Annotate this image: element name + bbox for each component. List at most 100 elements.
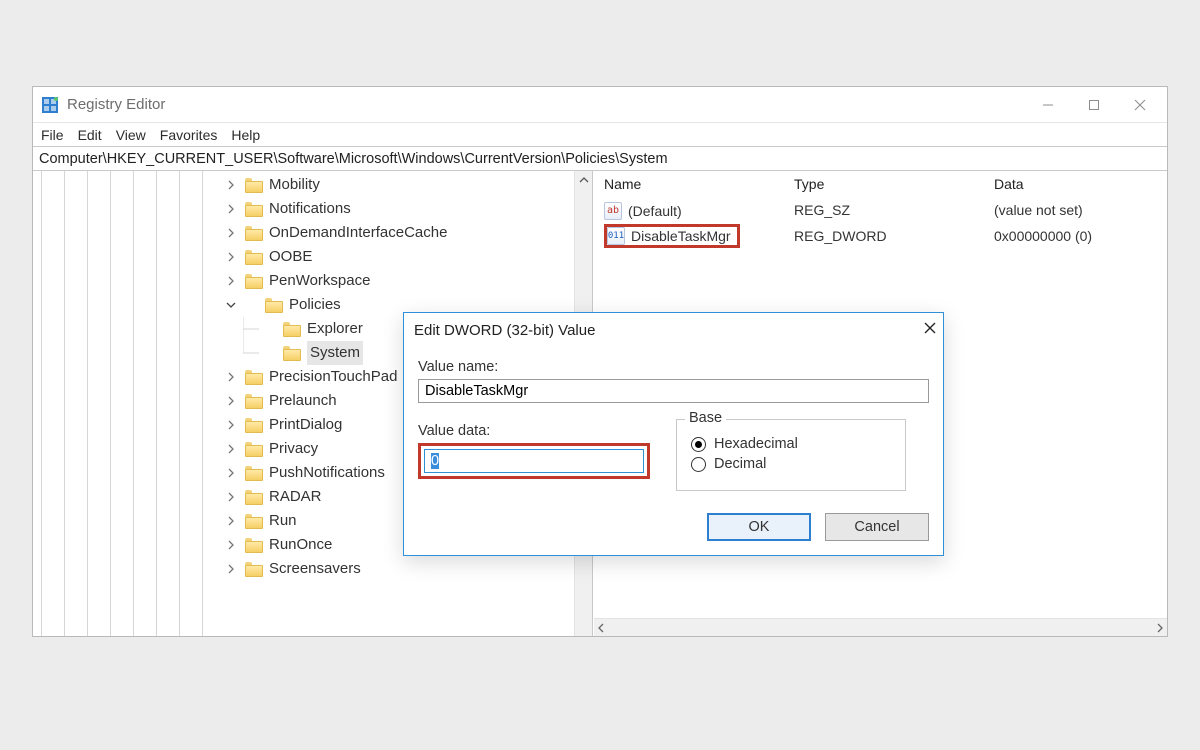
titlebar: Registry Editor [33,87,1167,123]
chevron-right-icon[interactable] [223,389,239,413]
maximize-button[interactable] [1071,90,1117,120]
value-row[interactable]: ab(Default) REG_SZ(value not set) [594,197,1167,223]
tree-item-ondemandinterfacecache[interactable]: OnDemandInterfaceCache [33,221,574,245]
scroll-left-icon[interactable] [596,620,606,636]
chevron-right-icon[interactable] [223,509,239,533]
folder-icon [245,202,263,217]
tree-item-label: Screensavers [269,557,361,581]
tree-item-label: PenWorkspace [269,269,370,293]
menu-edit[interactable]: Edit [78,127,102,143]
reg-dword-icon: 011 [607,227,625,245]
chevron-right-icon[interactable] [223,197,239,221]
minimize-button[interactable] [1025,90,1071,120]
value-type: REG_DWORD [794,228,994,244]
tree-item-label: System [307,341,363,365]
chevron-right-icon[interactable] [223,269,239,293]
value-data: (value not set) [994,202,1167,218]
ok-button[interactable]: OK [707,513,811,541]
col-data[interactable]: Data [994,176,1167,192]
value-name-cell: 011 DisableTaskMgr [604,224,740,248]
folder-icon [245,562,263,577]
menu-favorites[interactable]: Favorites [160,127,218,143]
menubar: File Edit View Favorites Help [33,123,1167,147]
value-name: (Default) [628,203,682,219]
horizontal-scrollbar[interactable] [594,618,1167,636]
radio-decimal[interactable]: Decimal [691,456,891,472]
value-name-cell: ab(Default) [604,202,688,220]
regedit-app-icon [41,96,59,114]
folder-icon [245,250,263,265]
value-data: 0x00000000 (0) [994,228,1167,244]
scroll-right-icon[interactable] [1155,620,1165,636]
value-name: DisableTaskMgr [631,228,731,244]
folder-icon [245,274,263,289]
tree-item-label: PrecisionTouchPad [269,365,397,389]
folder-icon [265,298,283,313]
folder-icon [245,370,263,385]
value-data-label: Value data: [418,423,650,439]
base-legend: Base [685,410,726,426]
address-bar[interactable]: Computer\HKEY_CURRENT_USER\Software\Micr… [33,147,1167,171]
radio-icon [691,437,706,452]
chevron-down-icon[interactable] [223,293,239,317]
folder-icon [245,466,263,481]
tree-connector-icon [243,341,259,365]
tree-item-screensavers[interactable]: Screensavers [33,557,574,581]
edit-dword-dialog: Edit DWORD (32-bit) Value Value name: Va… [403,312,944,556]
chevron-right-icon[interactable] [223,413,239,437]
chevron-right-icon[interactable] [223,221,239,245]
folder-icon [245,514,263,529]
menu-help[interactable]: Help [231,127,260,143]
folder-icon [245,394,263,409]
folder-icon [283,322,301,337]
col-name[interactable]: Name [604,176,794,192]
tree-item-penworkspace[interactable]: PenWorkspace [33,269,574,293]
chevron-right-icon[interactable] [223,173,239,197]
tree-item-oobe[interactable]: OOBE [33,245,574,269]
tree-item-label: RunOnce [269,533,332,557]
folder-icon [245,418,263,433]
tree-connector-icon [243,317,259,341]
tree-item-label: RADAR [269,485,322,509]
folder-icon [245,226,263,241]
tree-item-notifications[interactable]: Notifications [33,197,574,221]
dialog-titlebar: Edit DWORD (32-bit) Value [404,313,943,347]
scroll-up-icon[interactable] [575,171,592,189]
dialog-title: Edit DWORD (32-bit) Value [414,322,595,339]
radio-dec-label: Decimal [714,456,766,472]
value-name-input[interactable] [418,379,929,403]
menu-file[interactable]: File [41,127,64,143]
chevron-right-icon[interactable] [223,485,239,509]
tree-item-label: OOBE [269,245,312,269]
radio-icon [691,457,706,472]
folder-icon [245,442,263,457]
tree-item-label: Explorer [307,317,363,341]
value-type: REG_SZ [794,202,994,218]
value-row[interactable]: 011 DisableTaskMgr REG_DWORD0x00000000 (0) [594,223,1167,249]
value-name-label: Value name: [418,359,929,375]
chevron-right-icon[interactable] [223,557,239,581]
dialog-close-button[interactable] [923,321,937,339]
tree-item-label: PrintDialog [269,413,342,437]
folder-icon [245,538,263,553]
chevron-right-icon[interactable] [223,365,239,389]
tree-item-label: Privacy [269,437,318,461]
folder-icon [283,346,301,361]
menu-view[interactable]: View [116,127,146,143]
tree-item-label: Policies [289,293,341,317]
value-data-input[interactable] [424,449,644,473]
folder-icon [245,490,263,505]
close-button[interactable] [1117,90,1163,120]
tree-item-label: PushNotifications [269,461,385,485]
radio-hexadecimal[interactable]: Hexadecimal [691,436,891,452]
chevron-right-icon[interactable] [223,461,239,485]
values-header: Name Type Data [594,171,1167,197]
tree-item-mobility[interactable]: Mobility [33,173,574,197]
cancel-button[interactable]: Cancel [825,513,929,541]
tree-item-label: Run [269,509,297,533]
chevron-right-icon[interactable] [223,437,239,461]
tree-item-label: OnDemandInterfaceCache [269,221,447,245]
col-type[interactable]: Type [794,176,994,192]
chevron-right-icon[interactable] [223,245,239,269]
chevron-right-icon[interactable] [223,533,239,557]
